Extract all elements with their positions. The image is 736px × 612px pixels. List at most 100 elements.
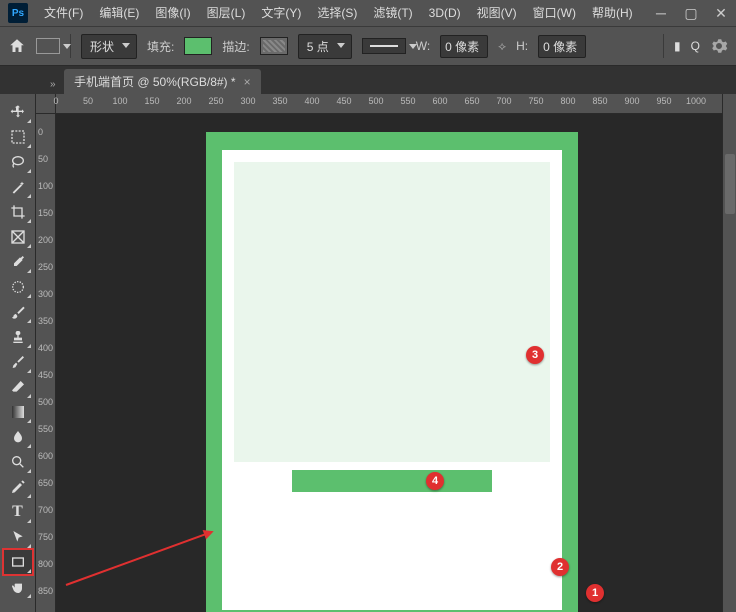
ruler-tick: 950 [656,96,671,106]
brush-tool[interactable] [4,300,32,324]
workarea: 0 50 100 150 200 250 300 350 400 450 500… [36,94,722,612]
menu-view[interactable]: 视图(V) [469,0,525,26]
home-icon[interactable] [8,37,26,55]
menu-file[interactable]: 文件(F) [36,0,91,26]
ruler-tick: 200 [38,235,53,245]
height-input[interactable]: 0 像素 [538,35,586,58]
stroke-style-dropdown[interactable] [362,38,406,54]
ruler-tick: 700 [38,505,53,515]
gradient-tool[interactable] [4,400,32,424]
ruler-tick: 150 [38,208,53,218]
menu-type[interactable]: 文字(Y) [253,0,309,26]
menu-select[interactable]: 选择(S) [309,0,365,26]
ruler-tick: 850 [592,96,607,106]
main-area: T 0 50 100 150 200 250 300 350 400 450 5… [0,94,736,612]
menu-window[interactable]: 窗口(W) [525,0,584,26]
expand-panels-icon[interactable]: » [50,79,64,94]
annotation-3: 3 [526,346,544,364]
menu-layer[interactable]: 图层(L) [199,0,254,26]
ruler-tick: 350 [38,316,53,326]
options-bar: 形状 填充: 描边: 5 点 W: 0 像素 ⟡ H: 0 像素 ▮ Q [0,26,736,66]
stroke-width-dropdown[interactable]: 5 点 [298,34,352,59]
ruler-tick: 100 [112,96,127,106]
magic-wand-tool[interactable] [4,175,32,199]
dodge-tool[interactable] [4,450,32,474]
ruler-tick: 300 [240,96,255,106]
stamp-tool[interactable] [4,325,32,349]
link-wh-icon[interactable]: ⟡ [498,39,506,54]
toolbox: T [0,94,36,612]
document-tab-title: 手机端首页 @ 50%(RGB/8#) * [74,73,236,90]
ruler-tick: 500 [368,96,383,106]
menu-filter[interactable]: 滤镜(T) [365,0,420,26]
rectangle-tool[interactable] [4,550,32,574]
ruler-tick: 600 [432,96,447,106]
ruler-tick: 600 [38,451,53,461]
gear-icon[interactable] [710,37,728,55]
annotation-1: 1 [586,584,604,602]
annotation-2: 2 [551,558,569,576]
lasso-tool[interactable] [4,150,32,174]
marquee-tool[interactable] [4,125,32,149]
crop-tool[interactable] [4,200,32,224]
ruler-tick: 700 [496,96,511,106]
stroke-label: 描边: [222,38,249,55]
menu-edit[interactable]: 编辑(E) [91,0,147,26]
eyedropper-tool[interactable] [4,250,32,274]
canvas-viewport[interactable]: 1 2 3 4 [56,114,722,612]
move-tool[interactable] [4,100,32,124]
ruler-tick: 400 [304,96,319,106]
ruler-tick: 350 [272,96,287,106]
healing-tool[interactable] [4,275,32,299]
type-tool[interactable]: T [4,500,32,524]
close-button[interactable]: ✕ [706,0,736,26]
stroke-swatch[interactable] [260,37,288,55]
separator [663,34,664,58]
canvas-white-rect [222,150,562,610]
tool-preset-dropdown[interactable] [36,38,60,54]
ruler-tick: 500 [38,397,53,407]
minimize-button[interactable]: ─ [646,0,676,26]
document-tab[interactable]: 手机端首页 @ 50%(RGB/8#) * × [64,69,261,94]
path-select-tool[interactable] [4,525,32,549]
width-input[interactable]: 0 像素 [440,35,488,58]
maximize-button[interactable]: ▢ [676,0,706,26]
ruler-tick: 650 [38,478,53,488]
ruler-horizontal: 0 50 100 150 200 250 300 350 400 450 500… [36,94,722,114]
search-icon[interactable]: Q [691,39,700,53]
canvas-lightgreen-rect [234,162,550,462]
ruler-vertical: 0 50 100 150 200 250 300 350 400 450 500… [36,114,56,612]
ruler-tick: 300 [38,289,53,299]
ruler-tick: 800 [560,96,575,106]
shape-mode-dropdown[interactable]: 形状 [81,34,137,59]
menu-3d[interactable]: 3D(D) [421,0,469,26]
pen-tool[interactable] [4,475,32,499]
right-panel-dock[interactable] [722,94,736,612]
ruler-tick: 50 [38,154,48,164]
menu-help[interactable]: 帮助(H) [584,0,641,26]
menu-image[interactable]: 图像(I) [147,0,198,26]
eraser-tool[interactable] [4,375,32,399]
ruler-tick: 100 [38,181,53,191]
blur-tool[interactable] [4,425,32,449]
ruler-tick: 550 [38,424,53,434]
history-brush-tool[interactable] [4,350,32,374]
annotation-arrow [66,533,208,586]
frame-tool[interactable] [4,225,32,249]
document-tab-bar: » 手机端首页 @ 50%(RGB/8#) * × [0,66,736,94]
align-icon[interactable]: ▮ [674,39,681,53]
fill-label: 填充: [147,38,174,55]
ruler-tick: 900 [624,96,639,106]
hand-tool[interactable] [4,575,32,599]
ruler-tick: 400 [38,343,53,353]
ruler-tick: 250 [38,262,53,272]
menubar: 文件(F) 编辑(E) 图像(I) 图层(L) 文字(Y) 选择(S) 滤镜(T… [36,0,641,26]
window-controls: ─ ▢ ✕ [646,0,736,26]
ruler-tick: 1000 [686,96,706,106]
annotation-4: 4 [426,472,444,490]
tab-close-icon[interactable]: × [244,75,251,89]
ruler-tick: 150 [144,96,159,106]
fill-swatch[interactable] [184,37,212,55]
ruler-tick: 650 [464,96,479,106]
ruler-tick: 250 [208,96,223,106]
